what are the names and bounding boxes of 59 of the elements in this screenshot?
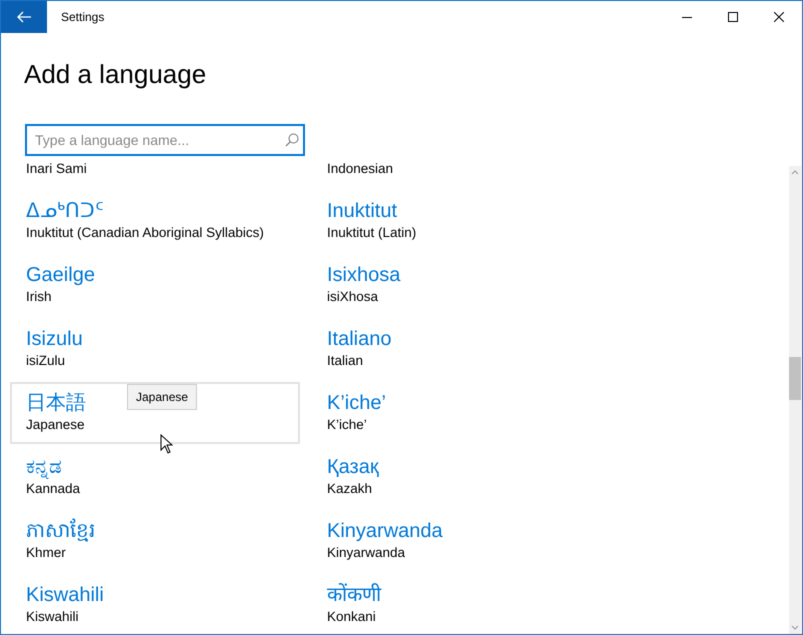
maximize-icon (728, 12, 738, 22)
scroll-down-icon[interactable] (791, 625, 799, 631)
language-item[interactable]: Italiano Italian (311, 318, 601, 380)
language-english-name: Inuktitut (Latin) (327, 224, 416, 242)
language-english-name: Kinyarwanda (327, 544, 406, 562)
language-name: 日本語 (26, 391, 86, 416)
language-name: ಕನ್ನಡ (26, 455, 62, 480)
language-name: Gaeilge (26, 263, 95, 288)
tooltip: Japanese (127, 384, 198, 410)
language-english-name: Kannada (26, 480, 80, 498)
language-english-name: Japanese (26, 416, 85, 434)
close-icon (774, 12, 784, 22)
language-english-name: Irish (26, 288, 52, 306)
scroll-up-icon[interactable] (791, 169, 799, 175)
language-english-name: Konkani (327, 608, 376, 626)
language-item[interactable]: K’iche’ K’iche’ (311, 382, 601, 444)
search-icon (285, 133, 299, 147)
language-english-name: Indonesian (327, 160, 394, 178)
language-name: ᐃᓄᒃᑎᑐᑦ (26, 199, 104, 224)
language-english-name: Kiswahili (26, 608, 79, 626)
back-button[interactable] (1, 1, 47, 33)
page-heading: Add a language (24, 58, 208, 91)
language-name: K’iche’ (327, 391, 386, 416)
language-item[interactable]: ಕನ್ನಡ Kannada (10, 446, 300, 508)
language-item[interactable]: Indonesian (311, 160, 601, 188)
back-arrow-icon (16, 11, 32, 23)
language-english-name: K’iche’ (327, 416, 367, 434)
search-field[interactable]: Type a language name... (25, 124, 305, 156)
language-name: Kinyarwanda (327, 519, 443, 544)
language-english-name: Inuktitut (Canadian Aboriginal Syllabics) (26, 224, 264, 242)
language-name: Inuktitut (327, 199, 398, 224)
language-item[interactable]: ភាសាខ្មែរ Khmer (10, 510, 300, 572)
language-name: ភាសាខ្មែរ (26, 518, 95, 544)
language-english-name: isiZulu (26, 352, 66, 370)
language-english-name: Italian (327, 352, 364, 370)
language-english-name: isiXhosa (327, 288, 378, 306)
language-item[interactable]: Inuktitut Inuktitut (Latin) (311, 190, 601, 252)
language-item[interactable]: Қазақ Kazakh (311, 446, 601, 508)
scrollbar-thumb[interactable] (789, 357, 801, 400)
language-name: Italiano (327, 327, 392, 352)
mouse-pointer-icon (160, 434, 173, 454)
language-english-name: Inari Sami (26, 160, 87, 178)
language-item[interactable]: Kiswahili Kiswahili (10, 574, 300, 634)
language-item[interactable]: Inari Sami (10, 160, 300, 188)
language-name: कोंकणी (327, 582, 381, 608)
language-name: Isizulu (26, 327, 83, 352)
language-item[interactable]: Kinyarwanda Kinyarwanda (311, 510, 601, 572)
language-name: Isixhosa (327, 263, 400, 288)
language-item[interactable]: Isixhosa isiXhosa (311, 254, 601, 316)
language-item[interactable]: Isizulu isiZulu (10, 318, 300, 380)
language-name: Kiswahili (26, 583, 104, 608)
language-name: Қазақ (327, 455, 379, 480)
language-item[interactable]: Gaeilge Irish (10, 254, 300, 316)
window-title: Settings (61, 10, 104, 24)
language-english-name: Kazakh (327, 480, 372, 498)
language-item[interactable]: ᐃᓄᒃᑎᑐᑦ Inuktitut (Canadian Aboriginal Syllabics) (10, 190, 300, 252)
language-item[interactable]: कोंकणी Konkani (311, 574, 601, 634)
language-english-name: Khmer (26, 544, 66, 562)
scrollbar[interactable] (789, 166, 801, 634)
